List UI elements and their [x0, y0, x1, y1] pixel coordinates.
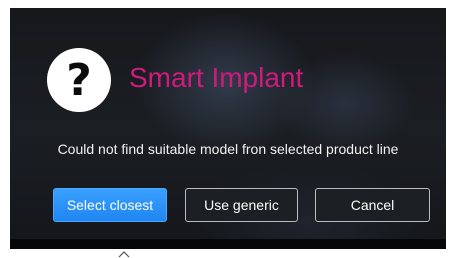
- use-generic-button[interactable]: Use generic: [185, 188, 298, 222]
- question-mark-glyph: ?: [66, 55, 92, 106]
- smart-implant-dialog: ? Smart Implant Could not find suitable …: [10, 8, 446, 249]
- dialog-message: Could not find suitable model fron selec…: [57, 141, 399, 157]
- dialog-title: Smart Implant: [129, 62, 304, 93]
- page: ? Smart Implant Could not find suitable …: [0, 0, 452, 258]
- select-closest-button[interactable]: Select closest: [53, 188, 167, 222]
- dialog-bottom-edge: [10, 239, 446, 249]
- mouse-cursor-icon: [118, 251, 130, 258]
- cancel-button[interactable]: Cancel: [315, 188, 430, 222]
- question-mark-icon: ?: [47, 48, 111, 112]
